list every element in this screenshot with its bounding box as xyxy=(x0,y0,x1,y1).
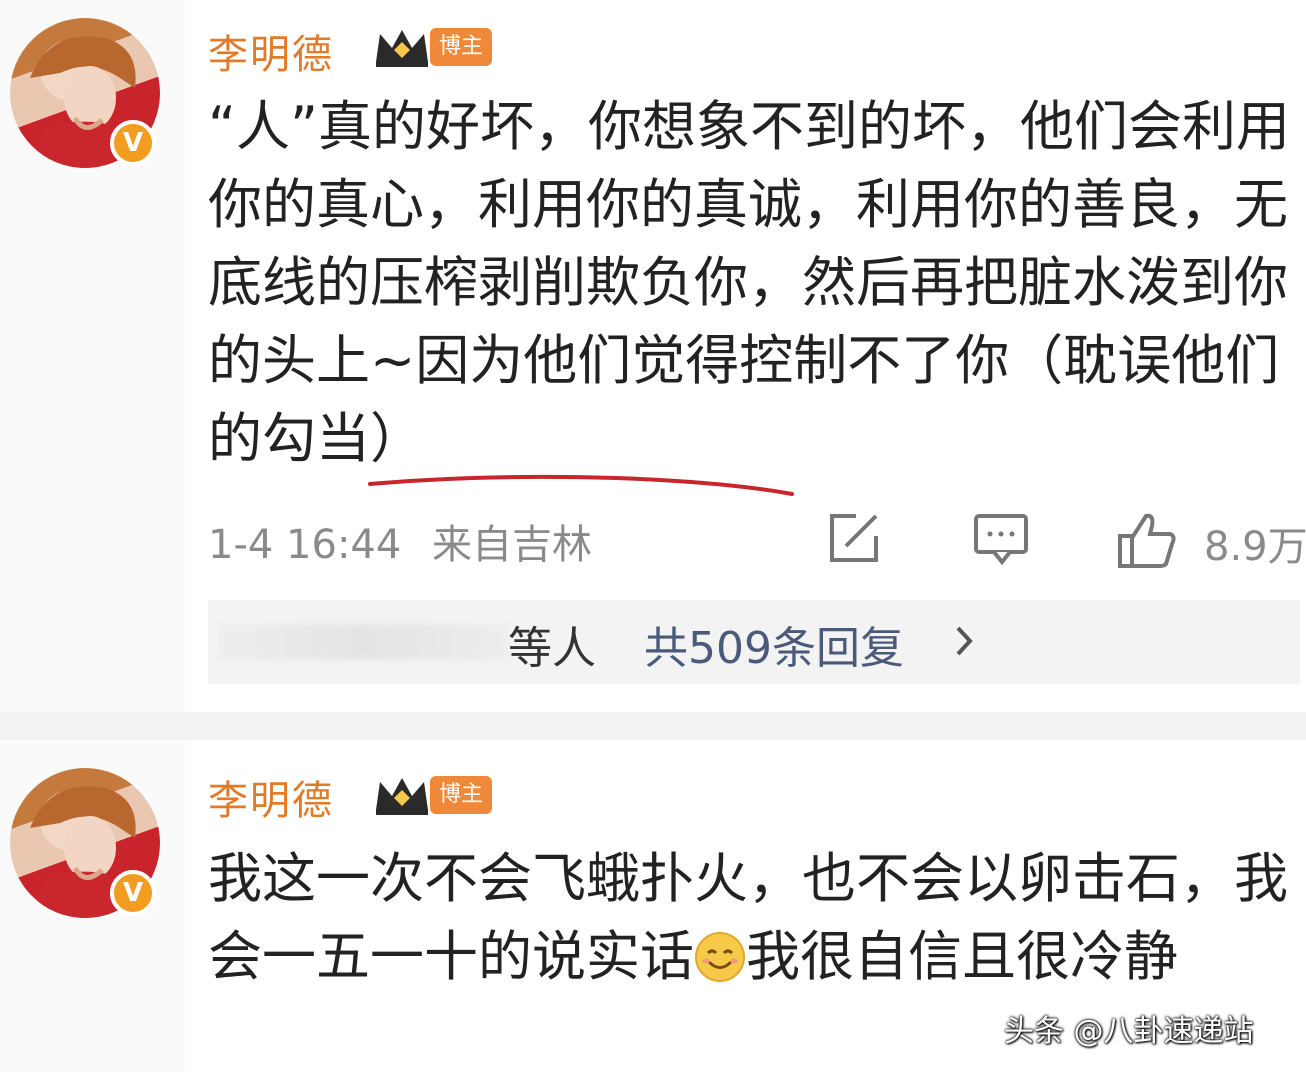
verified-badge: V xyxy=(110,870,156,916)
blurred-replier-names xyxy=(218,624,508,660)
post-text: “人”真的好坏，你想象不到的坏，他们会利用你的真心，利用你的真诚，利用你的善良，… xyxy=(208,95,1290,470)
crown-icon xyxy=(376,778,428,815)
share-icon[interactable] xyxy=(826,510,882,566)
post-text: 我这一次不会飞蛾扑火，也不会以卵击石，我会一五一十的说实话 我很自信且很冷静 xyxy=(208,840,1300,996)
post-meta: 1-4 16:44 来自吉林 xyxy=(208,512,592,570)
smile-emoji xyxy=(695,932,745,982)
chevron-right-icon[interactable] xyxy=(954,624,974,658)
replies-preview[interactable]: 等人 共509条回复 xyxy=(208,600,1300,684)
comment-icon[interactable] xyxy=(972,510,1030,566)
post-time: 1-4 16:44 xyxy=(208,522,402,568)
post-text-part-2: 我很自信且很冷静 xyxy=(746,925,1178,988)
post-divider xyxy=(0,712,1306,740)
replies-count-link[interactable]: 共509条回复 xyxy=(644,612,904,676)
watermark: 头条 @八卦速递站 xyxy=(1004,1014,1254,1049)
author-name[interactable]: 李明德 xyxy=(208,768,334,826)
red-underline-annotation xyxy=(368,474,794,496)
like-count: 8.9万 xyxy=(1204,524,1306,570)
weibo-post: V 李明德 博主 “人”真的好坏，你想象不到的坏，他们会利用你的真心，利用你的真… xyxy=(0,0,1306,712)
blogger-tag: 博主 xyxy=(430,776,492,814)
crown-icon xyxy=(376,30,428,67)
author-name[interactable]: 李明德 xyxy=(208,22,334,80)
like-icon[interactable] xyxy=(1116,510,1178,570)
post-source: 来自吉林 xyxy=(432,522,593,568)
verified-badge: V xyxy=(110,120,156,166)
replies-who: 等人 xyxy=(508,623,596,674)
blogger-tag: 博主 xyxy=(430,28,492,66)
